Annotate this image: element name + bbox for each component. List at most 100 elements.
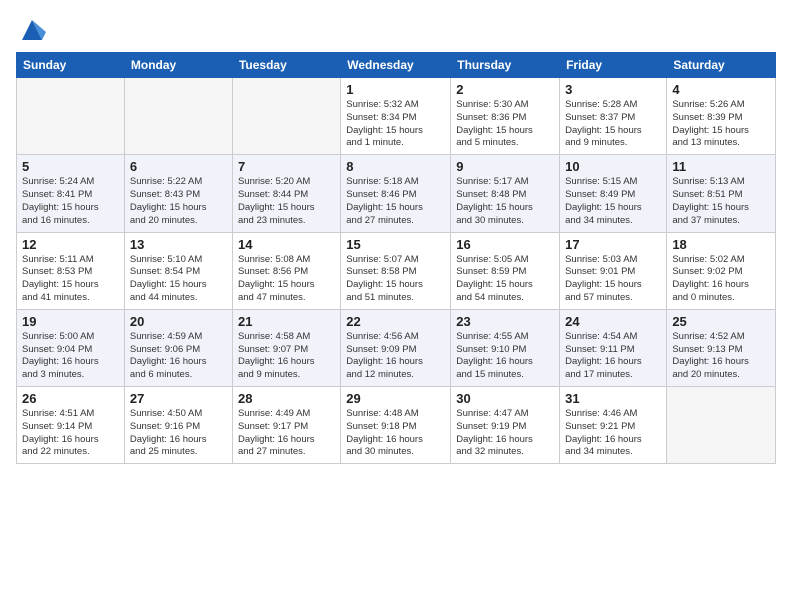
calendar-week-row: 26 Sunrise: 4:51 AM Sunset: 9:14 PM Dayli… — [17, 387, 776, 464]
day-info: Sunrise: 4:49 AM Sunset: 9:17 PM Dayligh… — [238, 408, 335, 459]
calendar-day-cell: 14 Sunrise: 5:08 AM Sunset: 8:56 PM Dayli… — [232, 232, 340, 309]
header-day-saturday: Saturday — [667, 53, 776, 78]
calendar-day-cell: 26 Sunrise: 4:51 AM Sunset: 9:14 PM Dayli… — [17, 387, 125, 464]
day-info: Sunrise: 5:13 AM Sunset: 8:51 PM Dayligh… — [672, 176, 770, 227]
calendar-week-row: 12Sunrise: 5:11 AM Sunset: 8:53 PM Dayli… — [17, 232, 776, 309]
calendar-day-cell — [124, 78, 232, 155]
day-number: 10 — [565, 159, 661, 174]
day-number: 21 — [238, 314, 335, 329]
day-info: Sunrise: 4:46 AM Sunset: 9:21 PM Dayligh… — [565, 408, 661, 459]
calendar-day-cell: 17Sunrise: 5:03 AM Sunset: 9:01 PM Dayli… — [560, 232, 667, 309]
header — [16, 16, 776, 44]
day-info: Sunrise: 4:59 AM Sunset: 9:06 PM Dayligh… — [130, 331, 227, 382]
day-info: Sunrise: 4:58 AM Sunset: 9:07 PM Dayligh… — [238, 331, 335, 382]
calendar-day-cell: 13 Sunrise: 5:10 AM Sunset: 8:54 PM Dayli… — [124, 232, 232, 309]
calendar-day-cell: 5 Sunrise: 5:24 AM Sunset: 8:41 PM Daylig… — [17, 155, 125, 232]
day-number: 23 — [456, 314, 554, 329]
calendar-day-cell: 7 Sunrise: 5:20 AM Sunset: 8:44 PM Daylig… — [232, 155, 340, 232]
calendar-day-cell: 29 Sunrise: 4:48 AM Sunset: 9:18 PM Dayli… — [341, 387, 451, 464]
day-number: 24 — [565, 314, 661, 329]
calendar-week-row: 19 Sunrise: 5:00 AM Sunset: 9:04 PM Dayli… — [17, 309, 776, 386]
calendar-day-cell: 3 Sunrise: 5:28 AM Sunset: 8:37 PM Daylig… — [560, 78, 667, 155]
calendar-day-cell: 10 Sunrise: 5:15 AM Sunset: 8:49 PM Dayli… — [560, 155, 667, 232]
day-number: 4 — [672, 82, 770, 97]
day-number: 29 — [346, 391, 445, 406]
day-number: 22 — [346, 314, 445, 329]
day-number: 8 — [346, 159, 445, 174]
day-info: Sunrise: 5:18 AM Sunset: 8:46 PM Dayligh… — [346, 176, 445, 227]
header-day-tuesday: Tuesday — [232, 53, 340, 78]
day-number: 9 — [456, 159, 554, 174]
day-number: 14 — [238, 237, 335, 252]
calendar-day-cell: 20Sunrise: 4:59 AM Sunset: 9:06 PM Dayli… — [124, 309, 232, 386]
calendar-day-cell: 11 Sunrise: 5:13 AM Sunset: 8:51 PM Dayli… — [667, 155, 776, 232]
day-info: Sunrise: 5:00 AM Sunset: 9:04 PM Dayligh… — [22, 331, 119, 382]
calendar-day-cell: 1Sunrise: 5:32 AM Sunset: 8:34 PM Daylig… — [341, 78, 451, 155]
day-number: 31 — [565, 391, 661, 406]
day-info: Sunrise: 5:15 AM Sunset: 8:49 PM Dayligh… — [565, 176, 661, 227]
day-info: Sunrise: 4:47 AM Sunset: 9:19 PM Dayligh… — [456, 408, 554, 459]
calendar-week-row: 1Sunrise: 5:32 AM Sunset: 8:34 PM Daylig… — [17, 78, 776, 155]
day-info: Sunrise: 5:24 AM Sunset: 8:41 PM Dayligh… — [22, 176, 119, 227]
day-number: 28 — [238, 391, 335, 406]
calendar-day-cell: 31 Sunrise: 4:46 AM Sunset: 9:21 PM Dayli… — [560, 387, 667, 464]
calendar-day-cell: 15 Sunrise: 5:07 AM Sunset: 8:58 PM Dayli… — [341, 232, 451, 309]
day-number: 27 — [130, 391, 227, 406]
day-number: 26 — [22, 391, 119, 406]
day-info: Sunrise: 4:48 AM Sunset: 9:18 PM Dayligh… — [346, 408, 445, 459]
calendar-day-cell: 9 Sunrise: 5:17 AM Sunset: 8:48 PM Daylig… — [451, 155, 560, 232]
day-info: Sunrise: 5:22 AM Sunset: 8:43 PM Dayligh… — [130, 176, 227, 227]
calendar-day-cell: 21 Sunrise: 4:58 AM Sunset: 9:07 PM Dayli… — [232, 309, 340, 386]
day-info: Sunrise: 5:30 AM Sunset: 8:36 PM Dayligh… — [456, 99, 554, 150]
day-number: 3 — [565, 82, 661, 97]
calendar: SundayMondayTuesdayWednesdayThursdayFrid… — [16, 52, 776, 464]
day-info: Sunrise: 5:08 AM Sunset: 8:56 PM Dayligh… — [238, 254, 335, 305]
header-day-sunday: Sunday — [17, 53, 125, 78]
calendar-day-cell: 4 Sunrise: 5:26 AM Sunset: 8:39 PM Daylig… — [667, 78, 776, 155]
header-day-friday: Friday — [560, 53, 667, 78]
day-number: 30 — [456, 391, 554, 406]
calendar-day-cell: 28 Sunrise: 4:49 AM Sunset: 9:17 PM Dayli… — [232, 387, 340, 464]
calendar-day-cell — [667, 387, 776, 464]
calendar-day-cell: 18Sunrise: 5:02 AM Sunset: 9:02 PM Dayli… — [667, 232, 776, 309]
calendar-day-cell: 24 Sunrise: 4:54 AM Sunset: 9:11 PM Dayli… — [560, 309, 667, 386]
day-info: Sunrise: 4:55 AM Sunset: 9:10 PM Dayligh… — [456, 331, 554, 382]
day-info: Sunrise: 5:28 AM Sunset: 8:37 PM Dayligh… — [565, 99, 661, 150]
day-info: Sunrise: 5:11 AM Sunset: 8:53 PM Dayligh… — [22, 254, 119, 305]
day-number: 1 — [346, 82, 445, 97]
calendar-week-row: 5 Sunrise: 5:24 AM Sunset: 8:41 PM Daylig… — [17, 155, 776, 232]
header-day-monday: Monday — [124, 53, 232, 78]
day-info: Sunrise: 5:10 AM Sunset: 8:54 PM Dayligh… — [130, 254, 227, 305]
header-day-wednesday: Wednesday — [341, 53, 451, 78]
day-number: 2 — [456, 82, 554, 97]
calendar-day-cell: 12Sunrise: 5:11 AM Sunset: 8:53 PM Dayli… — [17, 232, 125, 309]
day-info: Sunrise: 5:02 AM Sunset: 9:02 PM Dayligh… — [672, 254, 770, 305]
day-number: 15 — [346, 237, 445, 252]
day-info: Sunrise: 4:56 AM Sunset: 9:09 PM Dayligh… — [346, 331, 445, 382]
calendar-day-cell: 30 Sunrise: 4:47 AM Sunset: 9:19 PM Dayli… — [451, 387, 560, 464]
day-info: Sunrise: 5:20 AM Sunset: 8:44 PM Dayligh… — [238, 176, 335, 227]
logo-icon — [18, 16, 46, 44]
logo — [16, 16, 46, 44]
calendar-day-cell — [232, 78, 340, 155]
day-number: 5 — [22, 159, 119, 174]
calendar-day-cell: 8 Sunrise: 5:18 AM Sunset: 8:46 PM Daylig… — [341, 155, 451, 232]
day-number: 7 — [238, 159, 335, 174]
day-number: 11 — [672, 159, 770, 174]
calendar-day-cell: 22 Sunrise: 4:56 AM Sunset: 9:09 PM Dayli… — [341, 309, 451, 386]
day-number: 6 — [130, 159, 227, 174]
day-info: Sunrise: 5:07 AM Sunset: 8:58 PM Dayligh… — [346, 254, 445, 305]
day-info: Sunrise: 4:50 AM Sunset: 9:16 PM Dayligh… — [130, 408, 227, 459]
day-info: Sunrise: 4:54 AM Sunset: 9:11 PM Dayligh… — [565, 331, 661, 382]
day-number: 25 — [672, 314, 770, 329]
day-info: Sunrise: 4:51 AM Sunset: 9:14 PM Dayligh… — [22, 408, 119, 459]
day-info: Sunrise: 5:17 AM Sunset: 8:48 PM Dayligh… — [456, 176, 554, 227]
calendar-day-cell: 23 Sunrise: 4:55 AM Sunset: 9:10 PM Dayli… — [451, 309, 560, 386]
header-day-thursday: Thursday — [451, 53, 560, 78]
day-number: 13 — [130, 237, 227, 252]
day-number: 19 — [22, 314, 119, 329]
day-info: Sunrise: 5:26 AM Sunset: 8:39 PM Dayligh… — [672, 99, 770, 150]
calendar-day-cell: 16 Sunrise: 5:05 AM Sunset: 8:59 PM Dayli… — [451, 232, 560, 309]
day-info: Sunrise: 5:05 AM Sunset: 8:59 PM Dayligh… — [456, 254, 554, 305]
day-number: 16 — [456, 237, 554, 252]
